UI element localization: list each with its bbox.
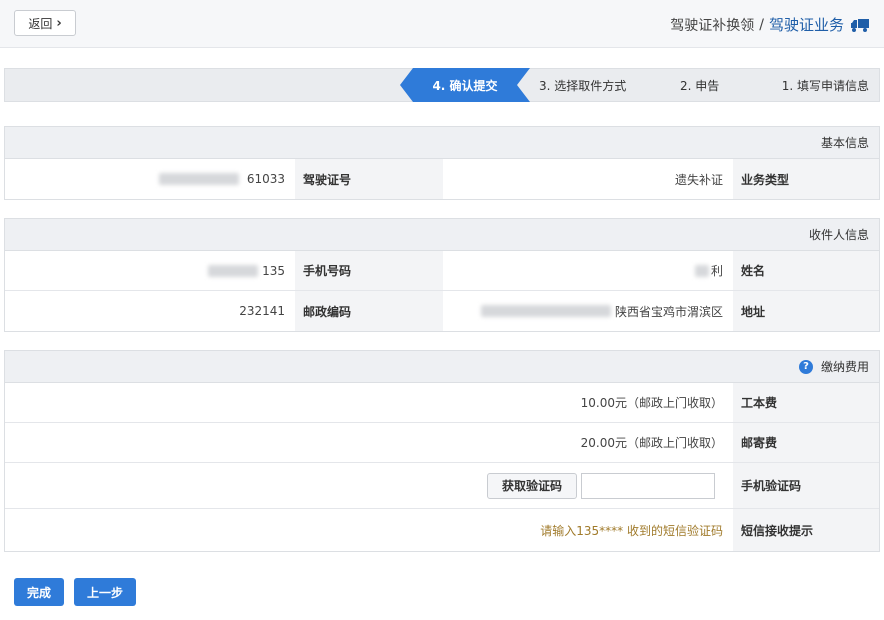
recipient-panel: 收件人信息 135 手机号码 利 姓名 232141 邮政编码 陕西省宝鸡市渭滨… bbox=[4, 218, 880, 332]
cost-value: 10.00元（邮政上门收取） bbox=[580, 396, 723, 410]
code-label: 手机验证码 bbox=[733, 463, 879, 508]
step-2: 2. 申告 bbox=[680, 78, 720, 93]
redacted-block bbox=[480, 305, 611, 317]
top-bar: 返回 › 驾驶证补换领 / 驾驶证业务 bbox=[0, 0, 884, 48]
redacted-block bbox=[694, 264, 709, 277]
step-3: 3. 选择取件方式 bbox=[539, 78, 627, 93]
breadcrumb-separator: / bbox=[759, 16, 764, 33]
help-icon[interactable]: ? bbox=[798, 359, 813, 374]
breadcrumb: 驾驶证补换领 / 驾驶证业务 bbox=[670, 14, 870, 35]
phone-label: 手机号码 bbox=[295, 251, 443, 290]
back-button[interactable]: 返回 › bbox=[14, 10, 76, 36]
table-row: 135 手机号码 利 姓名 bbox=[5, 251, 879, 291]
postal-label: 邮政编码 bbox=[295, 291, 443, 331]
table-row: 请输入135**** 收到的短信验证码 短信接收提示 bbox=[5, 509, 879, 551]
table-row: 232141 邮政编码 陕西省宝鸡市渭滨区 地址 bbox=[5, 291, 879, 331]
redacted-block bbox=[208, 264, 259, 277]
truck-icon bbox=[851, 18, 869, 32]
phone-value: 135 bbox=[5, 251, 295, 290]
back-label: 返回 bbox=[28, 16, 53, 31]
name-label: 姓名 bbox=[733, 251, 879, 290]
step-bar: 1. 填写申请信息 2. 申告 3. 选择取件方式 4. 确认提交 bbox=[4, 68, 880, 102]
redacted-block bbox=[158, 173, 239, 185]
table-row: 61033 驾驶证号 遗失补证 业务类型 bbox=[5, 159, 879, 199]
step-4-active: 4. 确认提交 bbox=[400, 68, 530, 102]
table-row: 20.00元（邮政上门收取） 邮寄费 bbox=[5, 423, 879, 463]
license-no-value: 61033 bbox=[5, 159, 295, 199]
chevron-right-icon: › bbox=[56, 15, 62, 31]
address-label: 地址 bbox=[733, 291, 879, 331]
cost-label: 工本费 bbox=[733, 383, 879, 422]
get-code-button[interactable]: 获取验证码 bbox=[486, 472, 577, 499]
breadcrumb-main[interactable]: 驾驶证业务 bbox=[769, 14, 844, 35]
sms-hint: 请输入135**** 收到的短信验证码 bbox=[540, 523, 723, 538]
business-type-value: 遗失补证 bbox=[674, 172, 723, 187]
address-value: 陕西省宝鸡市渭滨区 bbox=[443, 291, 733, 331]
code-cell: 获取验证码 bbox=[5, 463, 733, 508]
business-type-label: 业务类型 bbox=[733, 159, 879, 199]
postal-value: 232141 bbox=[239, 304, 285, 318]
basic-info-panel: 基本信息 61033 驾驶证号 遗失补证 业务类型 bbox=[4, 126, 880, 200]
table-row: 10.00元（邮政上门收取） 工本费 bbox=[5, 383, 879, 423]
table-row: 获取验证码 手机验证码 bbox=[5, 463, 879, 509]
fees-panel: ? 缴纳费用 10.00元（邮政上门收取） 工本费 20.00元（邮政上门收取）… bbox=[4, 350, 880, 552]
name-value: 利 bbox=[443, 251, 733, 290]
basic-info-title: 基本信息 bbox=[5, 127, 879, 159]
recipient-title: 收件人信息 bbox=[5, 219, 879, 251]
fees-title: ? 缴纳费用 bbox=[5, 351, 879, 383]
breadcrumb-sub: 驾驶证补换领 bbox=[670, 17, 755, 34]
code-input[interactable] bbox=[581, 472, 715, 499]
license-no-label: 驾驶证号 bbox=[295, 159, 443, 199]
post-value: 20.00元（邮政上门收取） bbox=[580, 436, 723, 450]
step-1: 1. 填写申请信息 bbox=[781, 78, 869, 93]
post-label: 邮寄费 bbox=[733, 423, 879, 462]
sms-label: 短信接收提示 bbox=[733, 509, 879, 551]
done-button[interactable]: 完成 bbox=[14, 578, 64, 606]
prev-step-button[interactable]: 上一步 bbox=[74, 578, 136, 606]
